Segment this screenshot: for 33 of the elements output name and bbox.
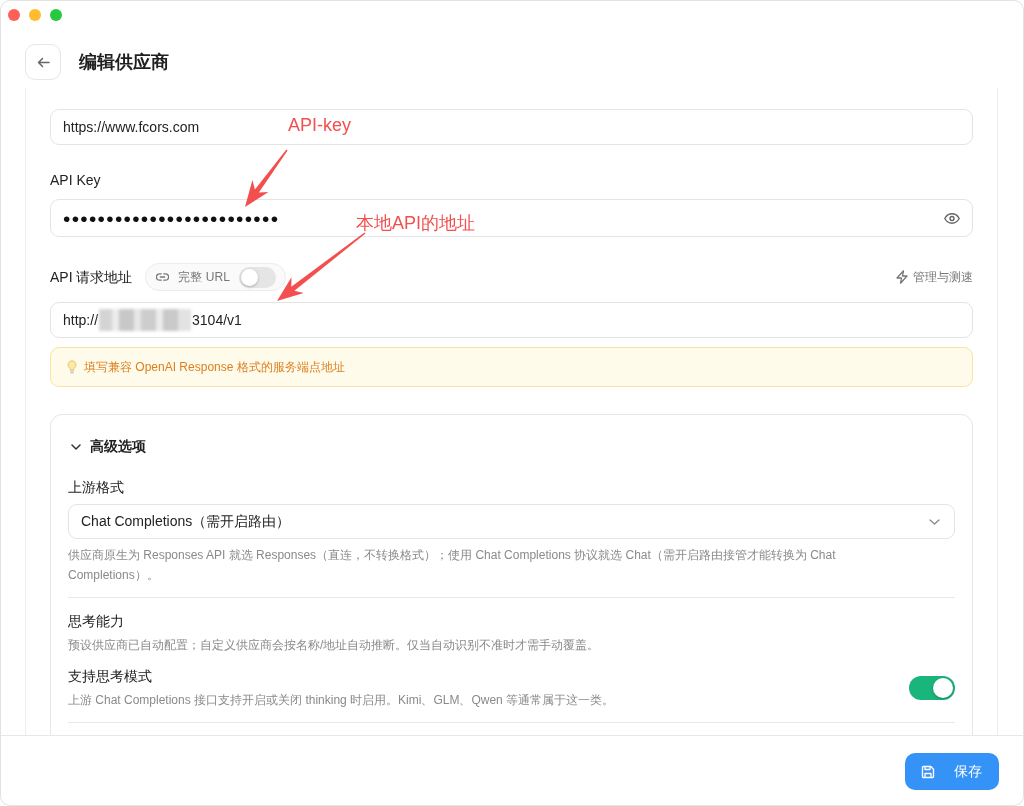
chevron-down-icon: [929, 518, 940, 525]
section-description: 预设供应商已自动配置；自定义供应商会按名称/地址自动推断。仅当自动识别不准时才需手动覆盖。: [68, 637, 600, 654]
advanced-options-toggle[interactable]: 高级选项: [68, 436, 146, 458]
page-title: 编辑供应商: [79, 51, 169, 74]
setting-description: 上游 Chat Completions 接口支持开启或关闭 thinking 时启用。Kimi、GLM、Qwen 等通常属于这一类。: [68, 692, 615, 709]
annotation-arrow: [245, 149, 288, 207]
toggle-switch[interactable]: [238, 266, 276, 288]
close-window-icon[interactable]: [8, 8, 20, 21]
toggle-switch[interactable]: [909, 675, 955, 700]
annotation-label: 本地API的地址: [356, 212, 475, 234]
chevron-down-icon: [71, 444, 81, 450]
format-select[interactable]: Chat Completions（需开启路由）: [68, 504, 955, 539]
eye-icon[interactable]: [944, 212, 960, 224]
lightning-icon: [896, 270, 908, 284]
arrow-left-icon: [36, 56, 50, 68]
manage-speed-link[interactable]: 管理与测速: [896, 268, 973, 286]
url-field[interactable]: http:// 3104/v1: [50, 302, 973, 338]
back-button[interactable]: [25, 44, 61, 80]
password-dots: •••••••••••••••••••••••••: [63, 207, 280, 229]
maximize-window-icon[interactable]: [50, 8, 62, 21]
field-label: API 请求地址: [50, 268, 133, 287]
floppy-disk-icon: [921, 764, 935, 779]
hint-text: 填写兼容 OpenAI Response 格式的服务端点地址: [84, 358, 345, 376]
field-label: 上游格式: [68, 478, 124, 497]
annotation-label: API-key: [288, 114, 352, 136]
lightbulb-icon: [67, 360, 77, 374]
section-title: 思考能力: [68, 612, 124, 631]
help-text: 供应商原生为 Responses API 就选 Responses（直连，不转换格式）；使用 Chat Completions 协议就选 Chat（需开启路由接管才能转换为 Chat Completions）。: [68, 547, 837, 584]
field-label: API Key: [50, 171, 101, 190]
link-icon: [156, 273, 170, 281]
setting-title: 支持思考模式: [68, 667, 152, 686]
full-url-label: 完整 URL: [178, 268, 230, 286]
minimize-window-icon[interactable]: [29, 8, 41, 21]
